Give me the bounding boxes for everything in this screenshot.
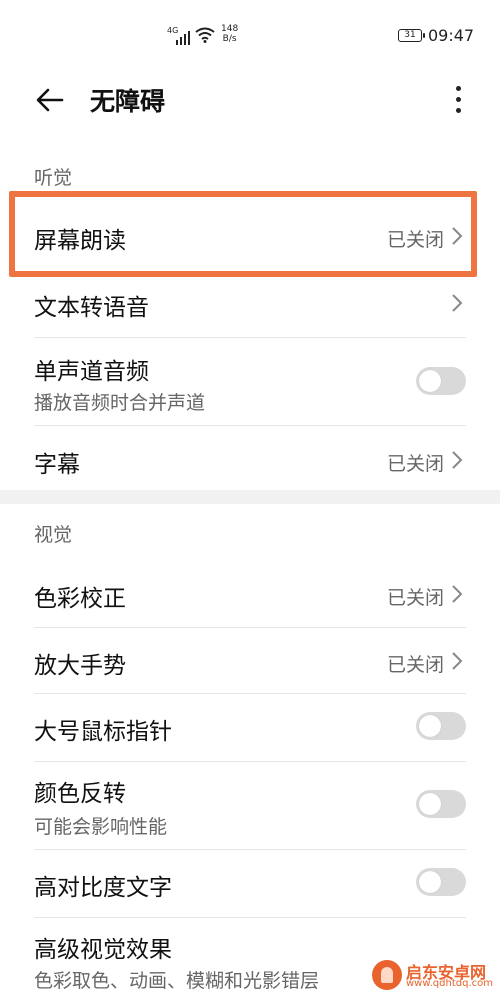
back-arrow-icon[interactable] — [32, 82, 68, 118]
status-bar: 4G 148 B/s 31 09:47 — [0, 0, 500, 70]
item-status: 已关闭 — [386, 654, 444, 676]
chevron-right-icon — [452, 451, 463, 469]
speed-value: 148 — [221, 24, 239, 34]
toggle-knob — [419, 793, 441, 815]
mono-audio-toggle[interactable] — [416, 367, 466, 395]
page-title: 无障碍 — [90, 87, 166, 116]
item-title: 字幕 — [34, 452, 80, 478]
status-time: 09:47 — [428, 26, 475, 45]
battery-icon: 31 — [398, 29, 425, 42]
toggle-knob — [419, 715, 441, 737]
item-title: 高级视觉效果 — [34, 937, 172, 963]
toggle-knob — [419, 871, 441, 893]
chevron-right-icon — [452, 294, 463, 312]
watermark: 启东安卓网 www.qdhtdq.com — [370, 960, 500, 994]
highlight-box — [9, 191, 477, 277]
watermark-url: www.qdhtdq.com — [406, 978, 493, 989]
high-contrast-toggle[interactable] — [416, 868, 466, 896]
item-title: 颜色反转 — [34, 781, 126, 807]
item-high-contrast-text[interactable]: 高对比度文字 — [0, 850, 500, 916]
section-label-hearing: 听觉 — [34, 167, 73, 189]
watermark-logo-icon — [372, 960, 402, 990]
toggle-knob — [419, 370, 441, 392]
color-inversion-toggle[interactable] — [416, 790, 466, 818]
item-subtitle: 色彩取色、动画、模糊和光影错层 — [34, 970, 320, 992]
battery-level: 31 — [404, 30, 416, 40]
item-subtitles[interactable]: 字幕 已关闭 — [0, 426, 500, 490]
item-color-inversion[interactable]: 颜色反转 可能会影响性能 — [0, 762, 500, 848]
signal-icon: 4G — [167, 26, 190, 45]
item-large-mouse-pointer[interactable]: 大号鼠标指针 — [0, 694, 500, 760]
section-gap — [0, 490, 500, 504]
item-title: 高对比度文字 — [34, 875, 172, 901]
item-magnification-gestures[interactable]: 放大手势 已关闭 — [0, 628, 500, 692]
wifi-icon — [195, 27, 215, 43]
section-label-vision: 视觉 — [34, 524, 73, 546]
item-text-to-speech[interactable]: 文本转语音 — [0, 276, 500, 336]
large-pointer-toggle[interactable] — [416, 712, 466, 740]
chevron-right-icon — [452, 652, 463, 670]
item-title: 大号鼠标指针 — [34, 719, 172, 745]
item-subtitle: 播放音频时合并声道 — [34, 392, 206, 414]
chevron-right-icon — [452, 585, 463, 603]
item-status: 已关闭 — [386, 587, 444, 609]
network-speed: 148 B/s — [221, 24, 238, 44]
speed-unit: B/s — [222, 34, 237, 44]
more-options-icon[interactable] — [442, 80, 474, 120]
item-subtitle: 可能会影响性能 — [34, 816, 168, 838]
item-title: 色彩校正 — [34, 586, 126, 612]
network-type: 4G — [167, 26, 179, 35]
item-color-correction[interactable]: 色彩校正 已关闭 — [0, 560, 500, 626]
item-title: 文本转语音 — [34, 295, 149, 321]
item-status: 已关闭 — [386, 453, 444, 475]
item-title: 单声道音频 — [34, 359, 149, 385]
item-title: 放大手势 — [34, 653, 126, 679]
item-mono-audio[interactable]: 单声道音频 播放音频时合并声道 — [0, 338, 500, 424]
app-bar: 无障碍 — [0, 70, 500, 130]
